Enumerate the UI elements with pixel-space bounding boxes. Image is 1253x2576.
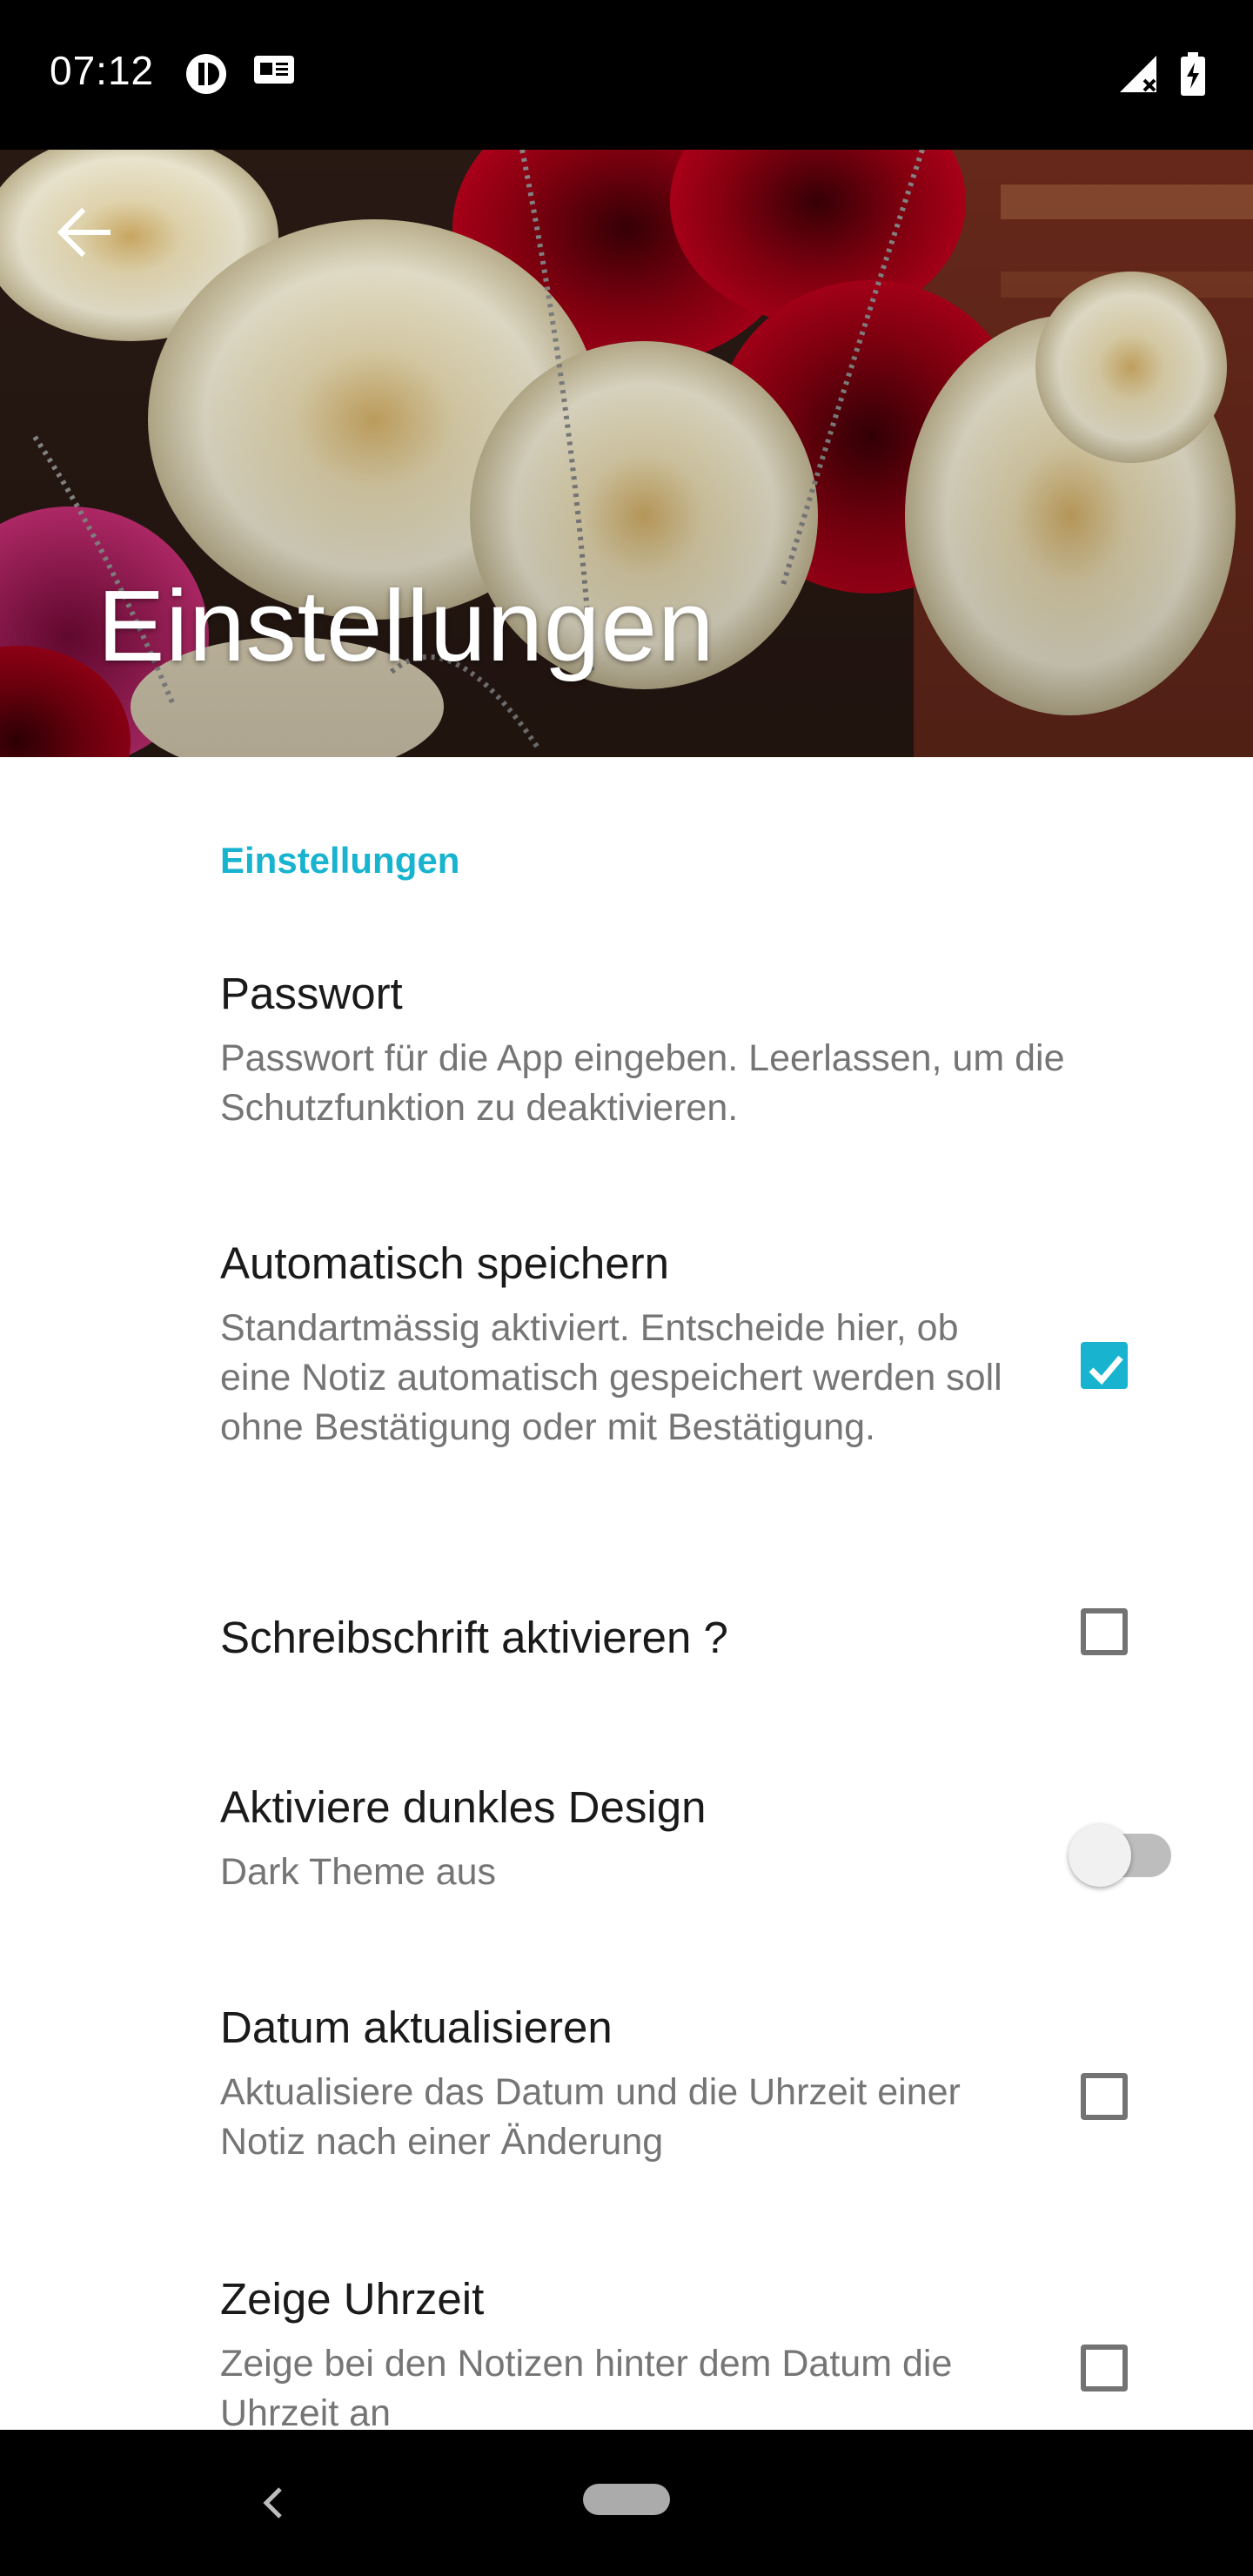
- dark-theme-switch-thumb[interactable]: [1069, 1824, 1131, 1887]
- pref-summary: Aktualisiere das Datum und die Uhrzeit e…: [220, 2071, 961, 2163]
- pref-update-date[interactable]: Datum aktualisieren Aktualisiere das Dat…: [0, 1991, 1253, 2174]
- show-time-checkbox[interactable]: [1081, 2345, 1128, 2392]
- pref-show-time[interactable]: Zeige Uhrzeit Zeige bei den Notizen hint…: [0, 2263, 1253, 2437]
- update-date-checkbox[interactable]: [1081, 2073, 1128, 2120]
- pref-summary: Standartmässig aktiviert. Entscheide hie…: [220, 1307, 1002, 1448]
- page-title: Einstellungen: [97, 569, 715, 682]
- pref-title: Zeige Uhrzeit: [220, 2274, 485, 2324]
- pref-dark-theme[interactable]: Aktiviere dunkles Design Dark Theme aus: [0, 1771, 1253, 1919]
- app-notification-icon: [186, 54, 226, 94]
- pref-summary: Passwort für die App eingeben. Leerlasse…: [220, 1037, 1065, 1129]
- pref-title: Aktiviere dunkles Design: [220, 1782, 707, 1832]
- pref-handwriting[interactable]: Schreibschrift aktivieren ?: [0, 1601, 1253, 1723]
- nav-back-icon[interactable]: [256, 2482, 291, 2524]
- pref-title: Datum aktualisieren: [220, 2002, 613, 2052]
- preferences-list: Einstellungen Passwort Passwort für die …: [0, 757, 1253, 2434]
- sim-card-icon: [254, 56, 294, 84]
- pref-summary: Zeige bei den Notizen hinter dem Datum d…: [220, 2343, 953, 2434]
- category-header: Einstellungen: [220, 840, 460, 881]
- signal-icon: [1120, 56, 1156, 92]
- pref-title: Schreibschrift aktivieren ?: [220, 1613, 728, 1662]
- pref-password[interactable]: Passwort Passwort für die App eingeben. …: [0, 957, 1253, 1131]
- checkmark-icon: [1089, 1355, 1123, 1385]
- pref-title: Automatisch speichern: [220, 1238, 669, 1288]
- home-pill-icon[interactable]: [583, 2484, 670, 2515]
- autosave-checkbox[interactable]: [1081, 1342, 1128, 1389]
- pref-title: Passwort: [220, 969, 403, 1018]
- header-image: Einstellungen: [0, 150, 1253, 757]
- navigation-bar: [0, 2430, 1253, 2576]
- handwriting-checkbox[interactable]: [1081, 1608, 1128, 1655]
- status-bar: 07:12: [0, 0, 1253, 150]
- status-time: 07:12: [50, 48, 155, 93]
- battery-charging-icon: [1181, 52, 1205, 96]
- pref-autosave[interactable]: Automatisch speichern Standartmässig akt…: [0, 1227, 1253, 1506]
- pref-summary: Dark Theme aus: [220, 1851, 497, 1893]
- arrow-back-icon[interactable]: [54, 204, 111, 261]
